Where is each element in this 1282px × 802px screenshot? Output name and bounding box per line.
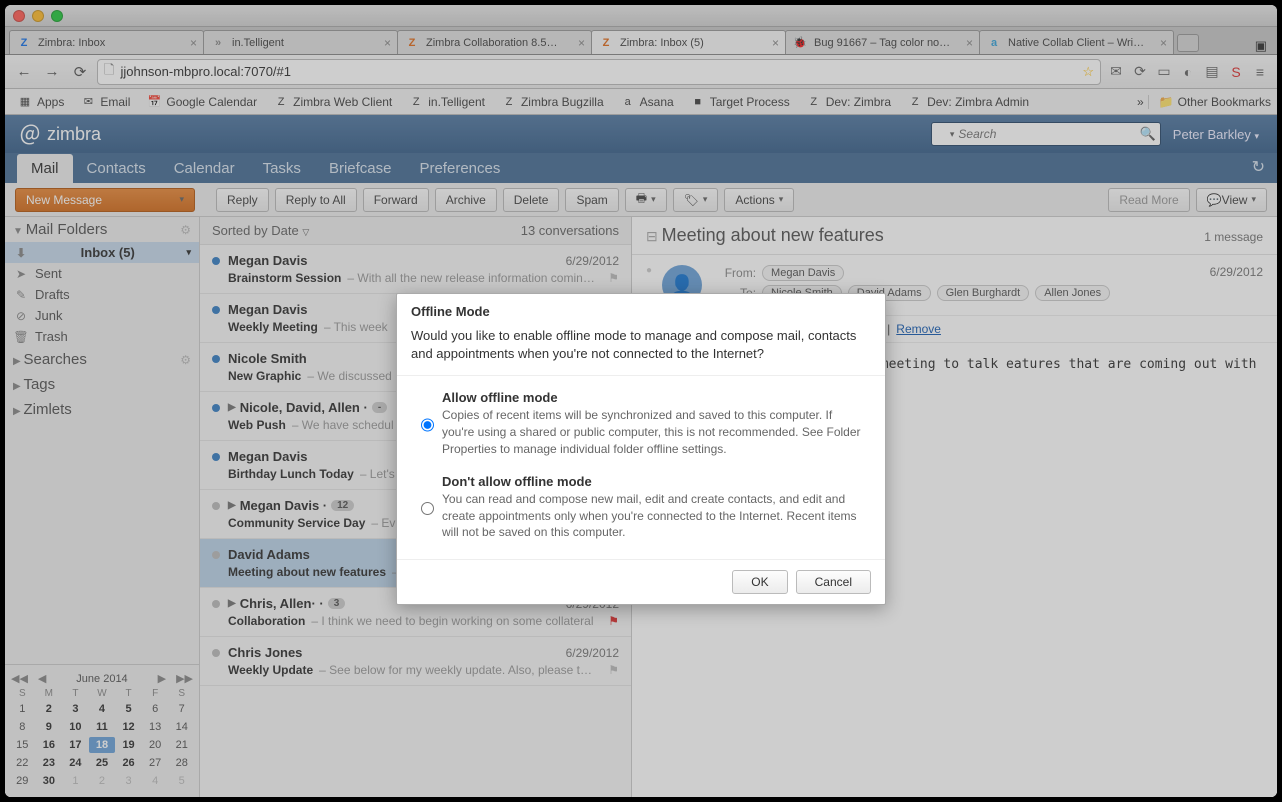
- dont-allow-offline-radio[interactable]: [421, 476, 434, 541]
- offline-mode-dialog: Offline Mode Would you like to enable of…: [396, 293, 886, 605]
- modal-overlay: Offline Mode Would you like to enable of…: [5, 5, 1277, 797]
- dialog-text: Would you like to enable offline mode to…: [397, 323, 885, 375]
- dialog-title: Offline Mode: [397, 294, 885, 323]
- ok-button[interactable]: OK: [732, 570, 787, 594]
- dont-allow-offline-desc: You can read and compose new mail, edit …: [442, 491, 861, 541]
- allow-offline-label: Allow offline mode: [442, 390, 861, 405]
- dont-allow-offline-label: Don't allow offline mode: [442, 474, 861, 489]
- allow-offline-desc: Copies of recent items will be synchroni…: [442, 407, 861, 457]
- allow-offline-radio[interactable]: [421, 392, 434, 457]
- cancel-button[interactable]: Cancel: [796, 570, 871, 594]
